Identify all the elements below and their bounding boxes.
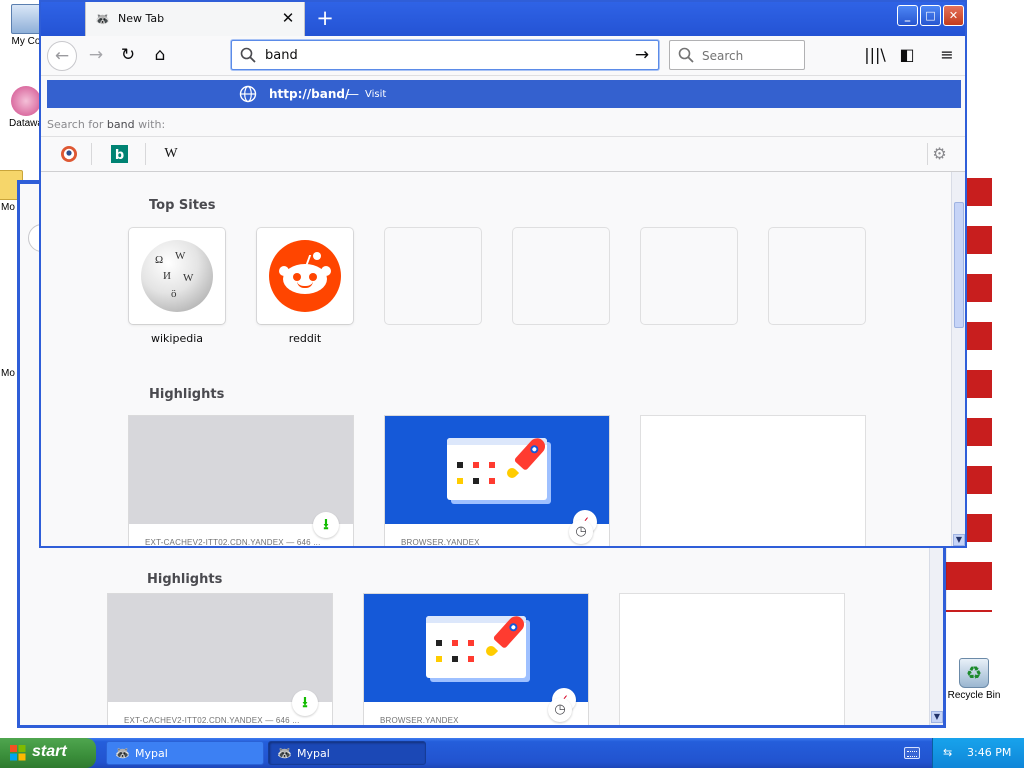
bing-icon[interactable]: b — [107, 143, 131, 165]
taskbar-button-mypal-active[interactable]: 🦝 Mypal — [268, 741, 426, 765]
search-settings-icon[interactable]: ⚙ — [927, 143, 951, 165]
search-bar[interactable]: Search — [669, 40, 805, 70]
top-site-empty[interactable] — [513, 228, 609, 324]
forward-button[interactable]: → — [81, 41, 111, 71]
top-site-label: wikipedia — [150, 332, 203, 345]
start-button[interactable]: start — [0, 738, 96, 768]
wikipedia-logo: Ω W И W ö — [141, 240, 213, 312]
highlight-card[interactable]: ✓ ◷ BROWSER.YANDEX — [364, 594, 588, 725]
close-tab-icon[interactable]: ✕ — [280, 10, 296, 26]
search-placeholder: Search — [702, 49, 744, 63]
globe-icon — [239, 85, 257, 103]
clock-icon: ◷ — [548, 698, 572, 722]
download-icon: ⭳ — [292, 690, 318, 716]
search-for-label: Search for band with: — [47, 118, 166, 131]
clock: 3:46 PM — [967, 746, 1012, 759]
system-tray: ⇆ 3:46 PM — [932, 738, 1024, 768]
keyboard-icon[interactable] — [904, 747, 920, 759]
top-site-label: reddit — [288, 332, 322, 345]
url-bar[interactable]: band → — [231, 40, 659, 70]
recycle-bin-icon — [959, 658, 989, 688]
one-off-search-engines: b W ⚙ — [41, 136, 965, 170]
mypal-icon: 🦝 — [277, 746, 292, 760]
tab-new-tab[interactable]: 🦝 New Tab ✕ — [85, 2, 305, 36]
duckduckgo-icon[interactable] — [57, 143, 81, 165]
autocomplete-popup: http://band/ — Visit Search for band wit… — [41, 76, 965, 172]
home-button[interactable]: ⌂ — [145, 41, 175, 71]
search-icon — [240, 47, 256, 63]
top-site-reddit[interactable] — [257, 228, 353, 324]
desktop-icon-recycle-bin[interactable]: Recycle Bin — [944, 658, 1004, 701]
mypal-icon: 🦝 — [95, 12, 110, 26]
taskbar: start 🦝 Mypal 🦝 Mypal ⇆ 3:46 PM — [0, 738, 1024, 768]
network-icon[interactable]: ⇆ — [943, 746, 957, 760]
taskbar-button-mypal[interactable]: 🦝 Mypal — [106, 741, 264, 765]
scrollbar-thumb[interactable] — [954, 202, 964, 328]
highlight-card[interactable]: ⭳ EXT-CACHEV2-ITT02.CDN.YANDEX — 646 ... — [108, 594, 332, 725]
my-computer-icon — [11, 4, 41, 34]
highlight-card-empty — [641, 416, 865, 546]
windows-logo-icon — [10, 745, 26, 761]
go-arrow-icon[interactable]: → — [632, 45, 652, 65]
minimize-button[interactable]: _ — [897, 5, 918, 26]
tab-strip: 🦝 New Tab ✕ + _ □ ✕ — [41, 2, 965, 36]
top-site-wikipedia[interactable]: Ω W И W ö — [129, 228, 225, 324]
reddit-logo — [269, 240, 341, 312]
maximize-button[interactable]: □ — [920, 5, 941, 26]
highlight-card[interactable]: ✓ ◷ BROWSER.YANDEX — [385, 416, 609, 546]
new-tab-button[interactable]: + — [313, 7, 337, 31]
reload-button[interactable]: ↻ — [113, 41, 143, 71]
vertical-scrollbar[interactable]: ▼ — [951, 172, 965, 546]
back-button[interactable]: ← — [47, 41, 77, 71]
hamburger-menu-icon[interactable]: ≡ — [935, 44, 959, 68]
search-icon — [678, 47, 694, 63]
new-tab-page: Top Sites Ω W И W ö wikipedia reddit Hig… — [41, 172, 951, 546]
library-icon[interactable]: |||\ — [863, 44, 887, 68]
highlights-heading: Highlights — [149, 387, 225, 402]
close-window-button[interactable]: ✕ — [943, 5, 964, 26]
browser-window[interactable]: 🦝 New Tab ✕ + _ □ ✕ ← → ↻ ⌂ band → Searc… — [39, 0, 967, 548]
url-input[interactable]: band — [265, 48, 298, 63]
top-sites-heading: Top Sites — [149, 198, 216, 213]
highlight-card[interactable]: ⭳ EXT-CACHEV2-ITT02.CDN.YANDEX — 646 ... — [129, 416, 353, 546]
highlight-card-empty — [620, 594, 844, 725]
scroll-down-icon[interactable]: ▼ — [953, 534, 965, 546]
top-site-empty[interactable] — [385, 228, 481, 324]
scroll-down-icon[interactable]: ▼ — [931, 711, 943, 723]
navigation-toolbar: ← → ↻ ⌂ band → Search |||\ ◧ ≡ — [41, 36, 965, 76]
download-icon: ⭳ — [313, 512, 339, 538]
sidebar-icon[interactable]: ◧ — [895, 44, 919, 68]
suggestion-url: http://band/ — [269, 87, 350, 101]
mypal-icon: 🦝 — [115, 746, 130, 760]
wikipedia-icon[interactable]: W — [159, 143, 183, 165]
clock-icon: ◷ — [569, 520, 593, 544]
top-site-empty[interactable] — [769, 228, 865, 324]
top-site-empty[interactable] — [641, 228, 737, 324]
autocomplete-suggestion[interactable]: http://band/ — Visit — [47, 80, 961, 108]
shortcut-icon — [11, 86, 41, 116]
suggestion-action: Visit — [365, 89, 387, 100]
svg-text:b: b — [115, 148, 124, 163]
highlights-heading: Highlights — [147, 572, 223, 587]
